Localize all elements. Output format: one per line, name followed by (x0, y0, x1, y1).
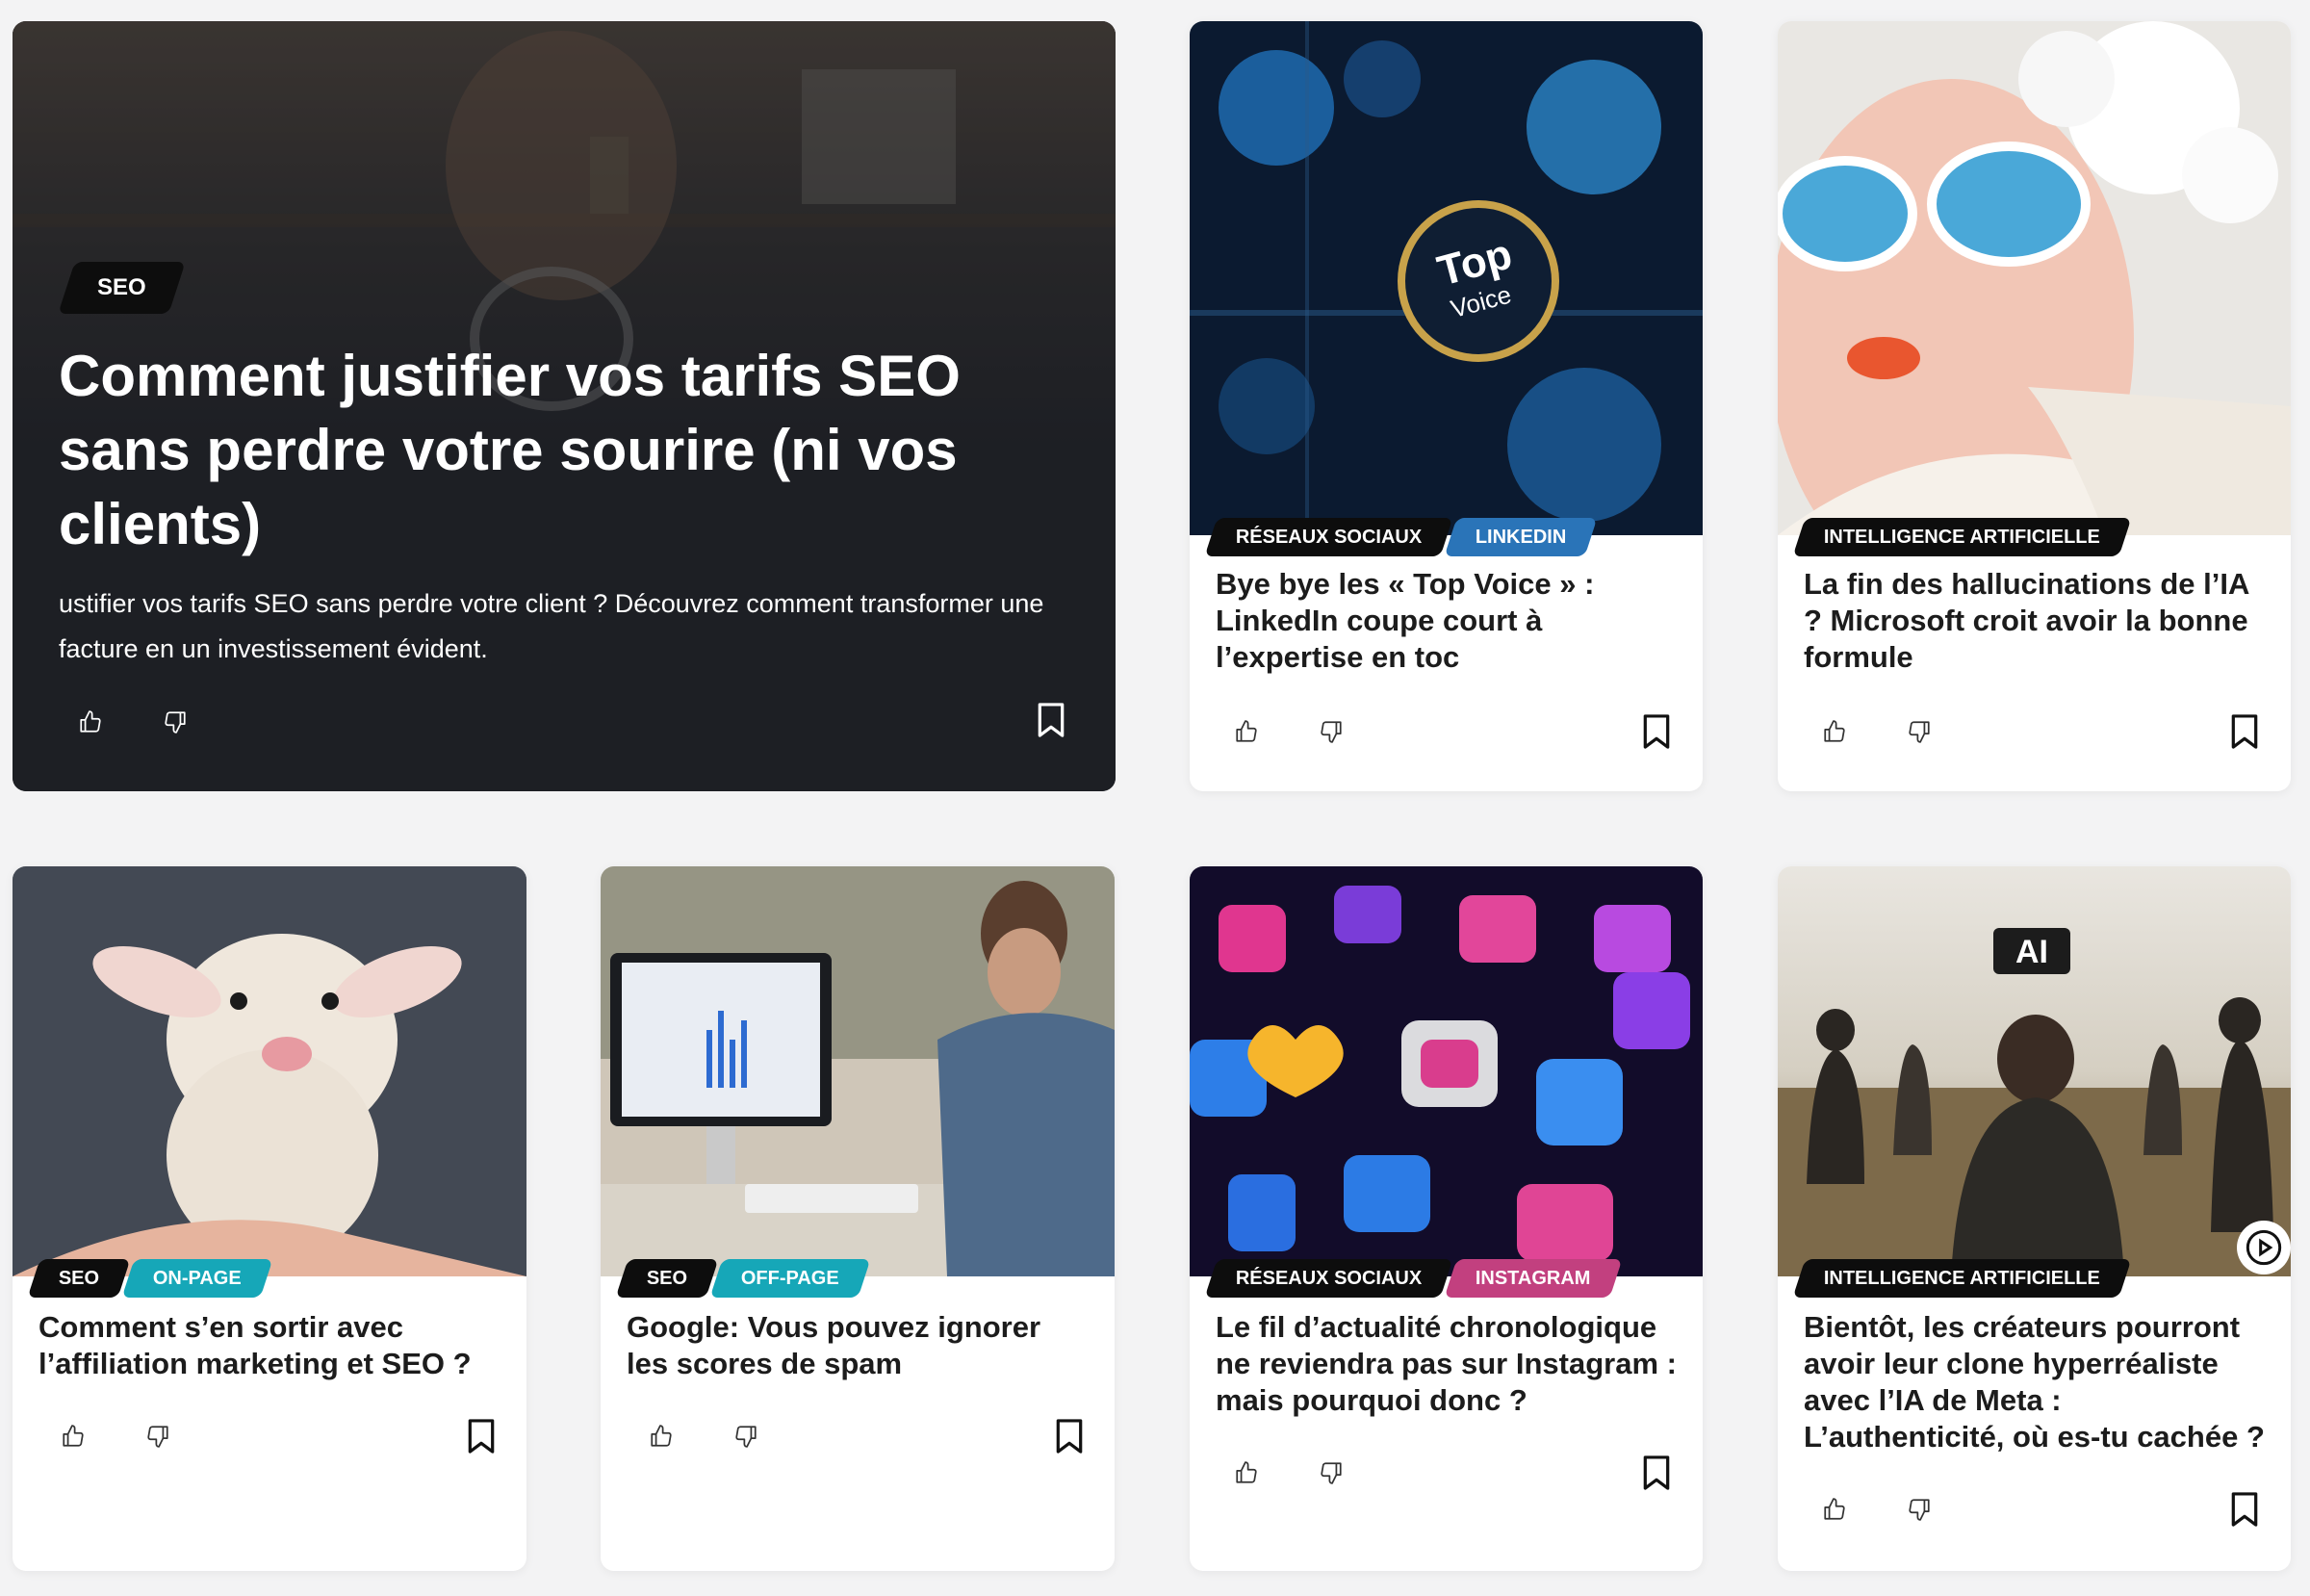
hero-tag[interactable]: SEO (58, 262, 186, 314)
thumbs-up-icon (80, 710, 101, 733)
bookmark-icon (1643, 714, 1670, 749)
category-tag[interactable]: RÉSEAUX SOCIAUX (1204, 518, 1453, 556)
subcategory-tag[interactable]: LINKEDIN (1444, 518, 1599, 556)
card-title[interactable]: Google: Vous pouvez ignorer les scores d… (627, 1309, 1090, 1382)
hero-description: ustifier vos tarifs SEO sans perdre votr… (59, 589, 1044, 663)
card-title[interactable]: La fin des hallucinations de l’IA ? Micr… (1804, 566, 2266, 676)
subcategory-tag[interactable]: OFF-PAGE (709, 1259, 871, 1298)
category-tag[interactable]: RÉSEAUX SOCIAUX (1204, 1259, 1453, 1298)
dislike-button[interactable] (141, 1417, 174, 1455)
category-tag[interactable]: INTELLIGENCE ARTIFICIELLE (1792, 1259, 2132, 1298)
like-button[interactable] (645, 1417, 678, 1455)
card-image (1778, 21, 2291, 535)
category-tag[interactable]: SEO (27, 1259, 131, 1298)
dislike-button[interactable] (730, 1417, 762, 1455)
bookmark-button[interactable] (465, 1417, 498, 1455)
like-button[interactable] (1230, 1454, 1263, 1492)
card-image (13, 866, 526, 1276)
card-title[interactable]: Le fil d’actualité chronologique ne revi… (1216, 1309, 1678, 1419)
thumbs-down-icon (165, 711, 186, 734)
bookmark-icon (1038, 703, 1065, 737)
video-play-button[interactable] (2237, 1221, 2291, 1274)
dislike-button[interactable] (1315, 1454, 1348, 1492)
card-image (1190, 866, 1703, 1276)
card-image (601, 866, 1115, 1276)
bookmark-button[interactable] (1640, 712, 1673, 751)
bookmark-button[interactable] (2228, 1490, 2261, 1529)
card-title[interactable]: Comment s’en sortir avec l’affiliation m… (38, 1309, 501, 1382)
thumbs-down-icon (147, 1426, 168, 1448)
bookmark-icon (468, 1419, 495, 1454)
thumbs-up-icon (1236, 720, 1257, 742)
article-card[interactable]: SEO OFF-PAGE Google: Vous pouvez ignorer… (601, 866, 1115, 1571)
article-card[interactable]: Top Voice RÉSEAUX SOCIAUX LINKEDIN Bye b… (1190, 21, 1703, 791)
category-tag[interactable]: INTELLIGENCE ARTIFICIELLE (1792, 518, 2132, 556)
svg-text:AI: AI (2015, 934, 2048, 970)
subcategory-tag[interactable]: ON-PAGE (121, 1259, 273, 1298)
bookmark-button[interactable] (1053, 1417, 1086, 1455)
hero-title[interactable]: Comment justifier vos tarifs SEO sans pe… (59, 339, 1060, 561)
like-button[interactable] (1818, 1490, 1851, 1529)
bookmark-icon (2231, 1492, 2258, 1527)
card-image: Top Voice (1190, 21, 1703, 535)
subcategory-tag[interactable]: INSTAGRAM (1444, 1259, 1623, 1298)
card-title[interactable]: Bye bye les « Top Voice » : LinkedIn cou… (1216, 566, 1678, 676)
thumbs-down-icon (1321, 721, 1342, 743)
thumbs-up-icon (63, 1425, 84, 1447)
bookmark-button[interactable] (2228, 712, 2261, 751)
thumbs-down-icon (1321, 1462, 1342, 1484)
thumbs-up-icon (651, 1425, 672, 1447)
card-title[interactable]: Bientôt, les créateurs pourront avoir le… (1804, 1309, 2266, 1455)
thumbs-down-icon (735, 1426, 757, 1448)
thumbs-down-icon (1909, 721, 1930, 743)
bookmark-icon (1056, 1419, 1083, 1454)
bookmark-button[interactable] (1640, 1454, 1673, 1492)
card-image: AI (1778, 866, 2291, 1276)
thumbs-up-icon (1236, 1461, 1257, 1483)
dislike-button[interactable] (1903, 1490, 1936, 1529)
play-circle-icon (2246, 1229, 2282, 1266)
article-card[interactable]: RÉSEAUX SOCIAUX INSTAGRAM Le fil d’actua… (1190, 866, 1703, 1571)
dislike-button[interactable] (159, 703, 192, 741)
bookmark-button[interactable] (1035, 701, 1067, 739)
dislike-button[interactable] (1315, 712, 1348, 751)
like-button[interactable] (1230, 712, 1263, 751)
like-button[interactable] (1818, 712, 1851, 751)
category-tag[interactable]: SEO (615, 1259, 719, 1298)
bookmark-icon (1643, 1455, 1670, 1490)
bookmark-icon (2231, 714, 2258, 749)
hero-card[interactable]: SEO Comment justifier vos tarifs SEO san… (13, 21, 1116, 791)
thumbs-up-icon (1824, 1498, 1845, 1520)
like-button[interactable] (57, 1417, 90, 1455)
like-button[interactable] (74, 703, 107, 741)
article-card[interactable]: INTELLIGENCE ARTIFICIELLE La fin des hal… (1778, 21, 2291, 791)
article-card[interactable]: AI INTELLIGENCE ARTIFICIELLE Bientôt, le… (1778, 866, 2291, 1571)
thumbs-down-icon (1909, 1499, 1930, 1521)
article-card[interactable]: SEO ON-PAGE Comment s’en sortir avec l’a… (13, 866, 526, 1571)
thumbs-up-icon (1824, 720, 1845, 742)
dislike-button[interactable] (1903, 712, 1936, 751)
